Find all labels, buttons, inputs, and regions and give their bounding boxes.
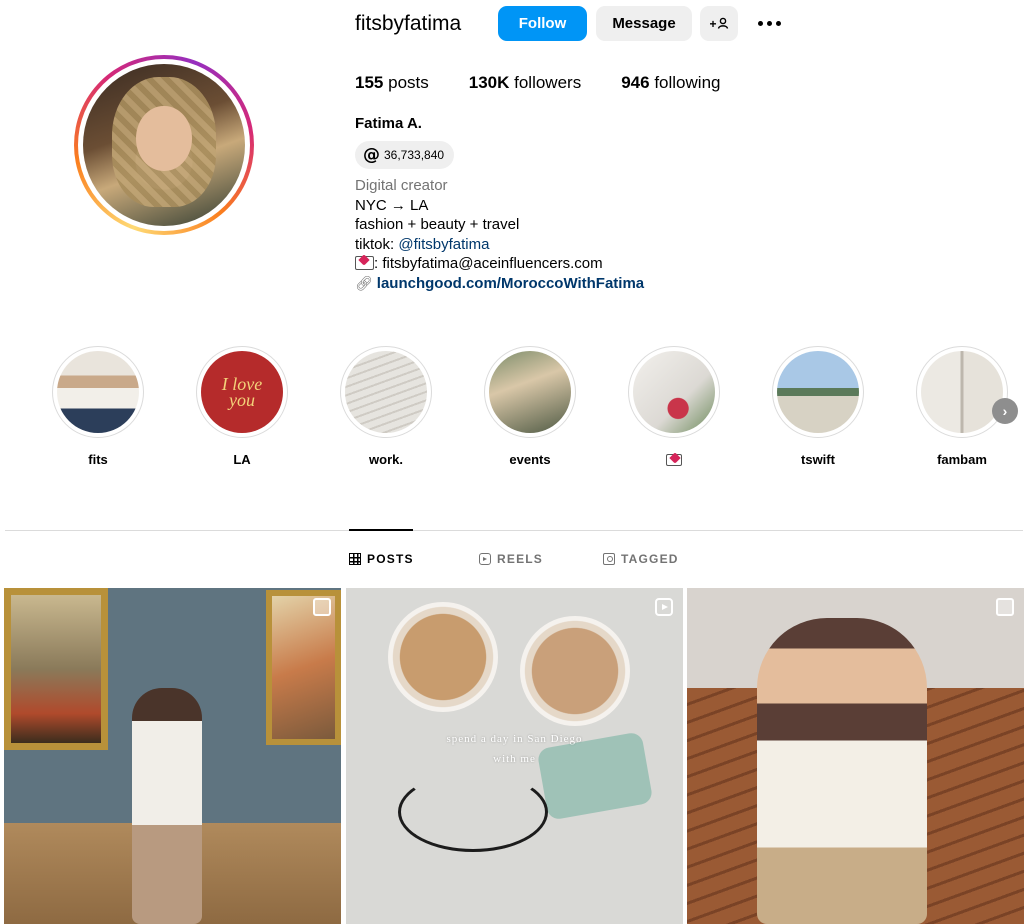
person-figure (132, 688, 202, 924)
suggested-users-button[interactable]: + (700, 6, 738, 41)
carousel-icon (313, 598, 331, 616)
link-icon: 🔗︎ (355, 274, 373, 291)
tab-posts[interactable]: POSTS (349, 552, 479, 566)
post-thumbnail[interactable] (4, 588, 341, 924)
highlight-cover (633, 351, 715, 433)
highlight-cover (777, 351, 859, 433)
bio-line: NYC → LA (355, 196, 429, 214)
threads-badge[interactable]: @ 36,733,840 (355, 141, 455, 169)
love-letter-icon (355, 256, 374, 271)
add-user-icon: + (709, 17, 728, 31)
tiktok-handle-link[interactable]: @fitsbyfatima (398, 236, 489, 253)
post-thumbnail[interactable] (687, 588, 1024, 924)
person-figure (757, 618, 927, 924)
highlight-cover (57, 351, 139, 433)
profile-tabs: POSTS REELS TAGGED (349, 552, 679, 566)
reel-caption: spend a day in San Diego (446, 733, 583, 745)
highlight-fits[interactable]: fits (52, 346, 144, 467)
tabs-divider (5, 530, 1023, 531)
followers-stat[interactable]: 130K followers (469, 73, 581, 93)
active-tab-indicator (349, 529, 413, 531)
carousel-icon (996, 598, 1014, 616)
bio-external-link[interactable]: 🔗︎ launchgood.com/MoroccoWithFatima (355, 274, 644, 294)
tagged-icon (603, 553, 615, 565)
posts-stat: 155 posts (355, 73, 429, 92)
highlight-cover (345, 351, 427, 433)
coffee-cup (520, 616, 630, 726)
painting (4, 588, 108, 750)
message-button[interactable]: Message (596, 6, 692, 41)
bio-tiktok: tiktok: @fitsbyfatima (355, 235, 490, 253)
bio: Digital creator NYC → LA fashion + beaut… (355, 176, 644, 294)
highlight-cover (921, 351, 1003, 433)
highlight-tswift[interactable]: tswift (772, 346, 864, 467)
reels-icon (479, 553, 491, 565)
grid-icon (349, 553, 361, 565)
full-name: Fatima A. (355, 115, 422, 132)
coffee-cup (388, 602, 498, 712)
bio-category: Digital creator (355, 177, 448, 194)
reel-icon (655, 598, 673, 616)
highlight-la[interactable]: I love you LA (196, 346, 288, 467)
following-stat[interactable]: 946 following (621, 73, 720, 93)
story-highlights: fits I love you LA work. events tswift fa… (52, 346, 1018, 476)
post-thumbnail[interactable]: spend a day in San Diego with me (346, 588, 683, 924)
threads-count: 36,733,840 (384, 148, 445, 162)
profile-stats: 155 posts 130K followers 946 following (355, 73, 760, 93)
highlight-events[interactable]: events (484, 346, 576, 467)
follow-button[interactable]: Follow (498, 6, 587, 41)
avatar-photo (83, 64, 245, 226)
love-letter-icon (666, 454, 682, 466)
chevron-right-icon: › (1002, 403, 1008, 419)
highlight-love-letter[interactable] (628, 346, 720, 467)
highlight-work[interactable]: work. (340, 346, 432, 467)
highlight-cover: I love you (201, 351, 283, 433)
threads-icon: @ (363, 144, 380, 165)
bio-email: : fitsbyfatima@aceinfluencers.com (355, 254, 644, 274)
camera-strap (398, 772, 548, 852)
profile-avatar[interactable] (74, 55, 254, 235)
username: fitsbyfatima (355, 12, 462, 35)
tab-reels[interactable]: REELS (479, 552, 603, 566)
highlight-cover (489, 351, 571, 433)
bio-line: fashion + beauty + travel (355, 216, 520, 234)
tab-tagged[interactable]: TAGGED (603, 552, 679, 566)
reel-caption: with me (493, 753, 536, 765)
highlights-next-button[interactable]: › (992, 398, 1018, 424)
more-options-icon[interactable] (754, 10, 784, 36)
